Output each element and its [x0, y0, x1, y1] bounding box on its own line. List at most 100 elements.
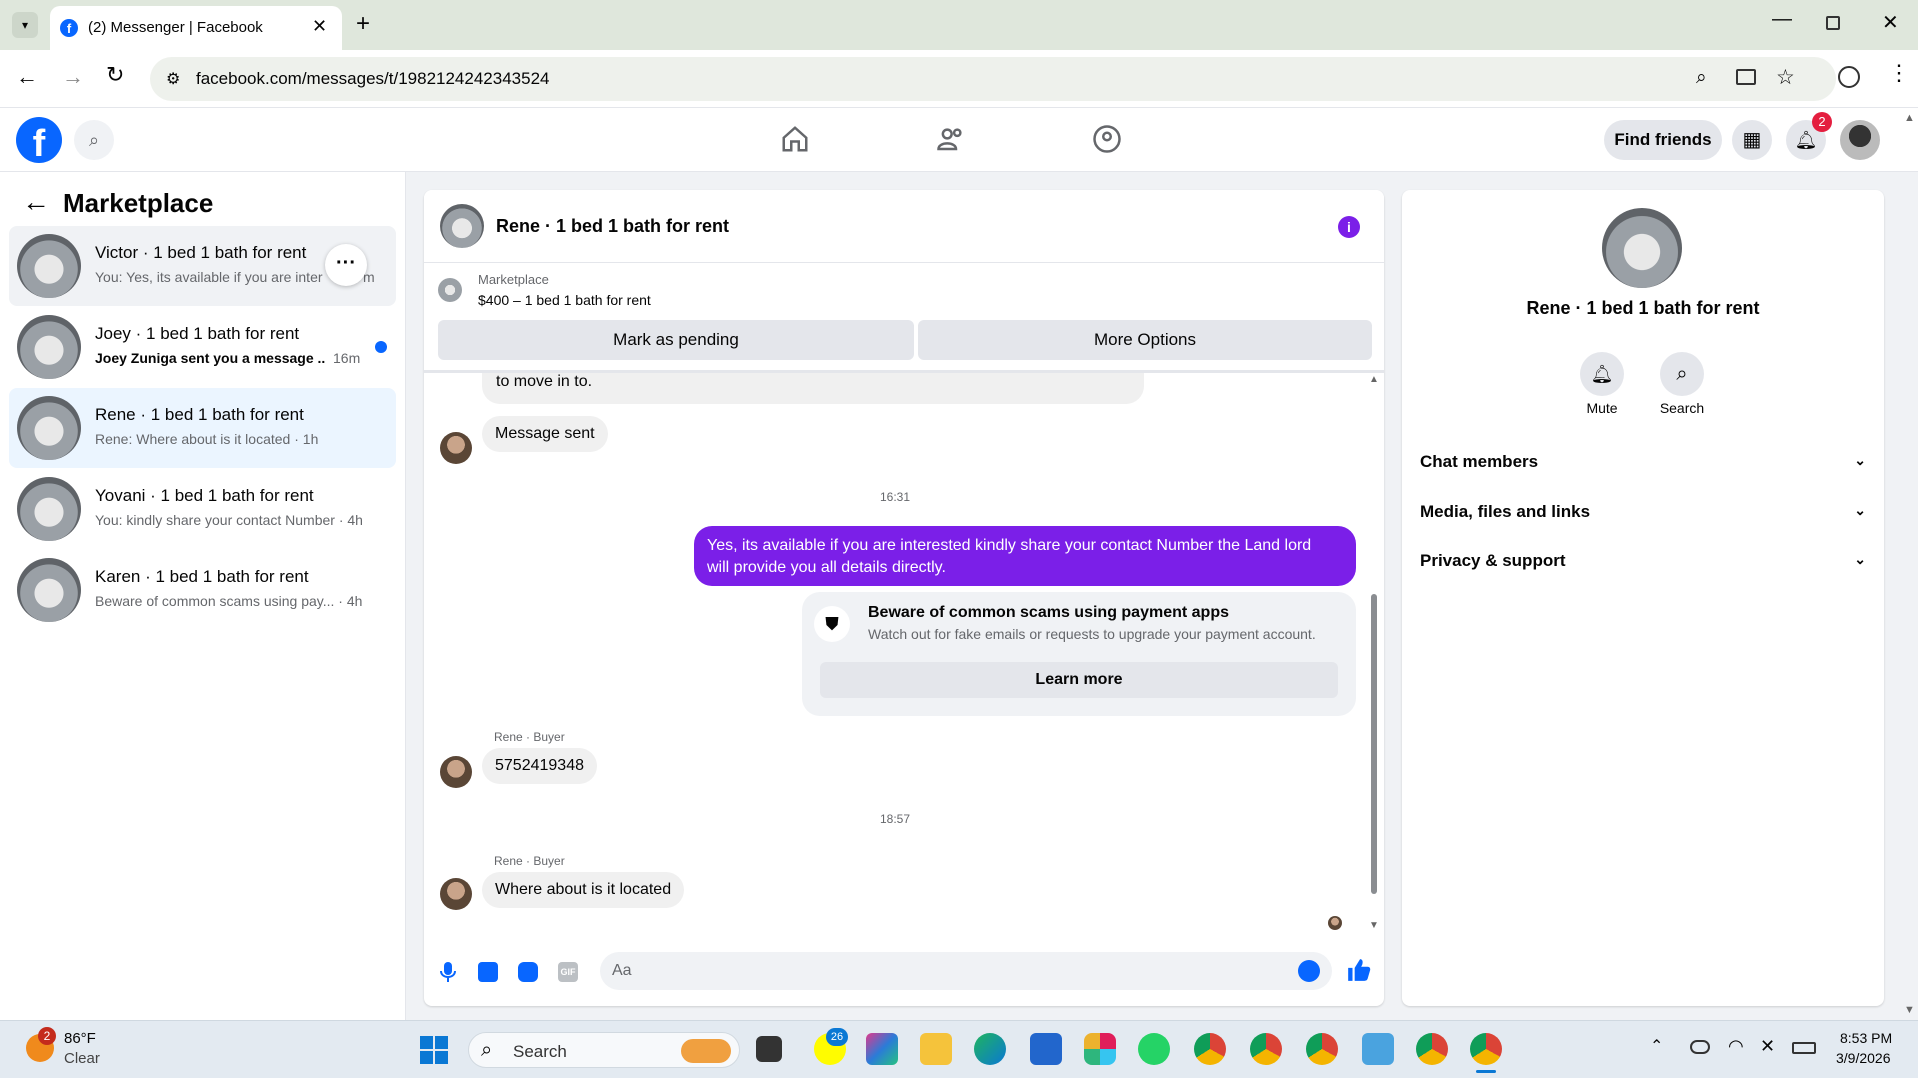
chrome-profile-3-icon[interactable]	[1306, 1033, 1338, 1065]
tray-overflow-chevron-icon[interactable]: ⌃	[1650, 1036, 1663, 1056]
edge-icon[interactable]	[974, 1033, 1006, 1065]
bookmark-star-icon[interactable]: ☆	[1776, 65, 1795, 90]
minimize-window-icon[interactable]: —	[1772, 8, 1792, 31]
conversation-karen[interactable]: Karen · 1 bed 1 bath for rent Beware of …	[9, 550, 396, 630]
message-input[interactable]: Aa	[600, 952, 1332, 990]
reload-icon[interactable]: ↻	[106, 62, 124, 88]
microsoft-store-icon[interactable]	[1030, 1033, 1062, 1065]
omnibox[interactable]: ⚙ facebook.com/messages/t/19821242423435…	[150, 57, 1836, 101]
weather-badge: 2	[38, 1027, 56, 1045]
close-tab-icon[interactable]: ✕	[312, 16, 327, 37]
conversation-rene[interactable]: Rene · 1 bed 1 bath for rent Rene: Where…	[9, 388, 396, 468]
privacy-support-section[interactable]: Privacy & support ⌄	[1420, 551, 1866, 571]
account-avatar[interactable]	[1840, 120, 1880, 160]
scrollbar-thumb[interactable]	[1371, 594, 1377, 894]
page-scroll-up-arrow-icon[interactable]: ▲	[1904, 112, 1915, 124]
media-files-links-section[interactable]: Media, files and links ⌄	[1420, 502, 1866, 522]
chat-title[interactable]: Rene · 1 bed 1 bath for rent	[496, 216, 729, 237]
info-avatar[interactable]	[1602, 208, 1682, 288]
taskbar-search-box[interactable]: ⌕ Search	[468, 1032, 740, 1068]
task-view-icon[interactable]	[756, 1036, 782, 1062]
find-friends-button[interactable]: Find friends	[1604, 120, 1722, 160]
facebook-logo-icon[interactable]: f	[16, 117, 62, 163]
conversation-info-icon[interactable]: i	[1338, 216, 1360, 238]
slack-icon[interactable]	[1084, 1033, 1116, 1065]
scam-warning-card: ⛊ Beware of common scams using payment a…	[802, 592, 1356, 716]
sender-avatar[interactable]	[440, 756, 472, 788]
page-scroll-down-arrow-icon[interactable]: ▼	[1904, 1004, 1915, 1016]
photo-icon[interactable]	[478, 962, 498, 982]
menu-grid-icon[interactable]: ▦	[1732, 120, 1772, 160]
site-settings-icon[interactable]: ⚙	[166, 69, 180, 89]
section-label: Chat members	[1420, 452, 1539, 471]
search-icon: ⌕	[1676, 363, 1688, 385]
browser-menu-icon[interactable]: ⋮	[1888, 60, 1910, 86]
sender-avatar[interactable]	[440, 878, 472, 910]
url-text[interactable]: facebook.com/messages/t/1982124242343524	[196, 69, 549, 89]
info-name: Rene · 1 bed 1 bath for rent	[1526, 298, 1760, 318]
chat-avatar[interactable]	[440, 204, 484, 248]
listing-thumbnail	[17, 315, 81, 379]
scroll-down-arrow-icon[interactable]: ▼	[1369, 920, 1379, 931]
microphone-icon[interactable]	[438, 960, 458, 984]
profile-icon[interactable]	[1838, 66, 1860, 88]
forward-icon[interactable]: →	[62, 64, 84, 90]
whatsapp-icon[interactable]	[1138, 1033, 1170, 1065]
message-sent-bubble[interactable]: Message sent	[482, 416, 608, 452]
shield-icon: ⛊	[814, 606, 850, 642]
tab-search-dropdown-icon[interactable]: ▾	[12, 12, 38, 38]
more-options-button[interactable]: More Options	[918, 320, 1372, 360]
mute-button[interactable]: 🔔︎	[1580, 352, 1624, 396]
mark-as-pending-button[interactable]: Mark as pending	[438, 320, 914, 360]
chrome-profile-2-icon[interactable]	[1250, 1033, 1282, 1065]
sender-avatar[interactable]	[440, 432, 472, 464]
learn-more-button[interactable]: Learn more	[820, 662, 1338, 698]
home-icon[interactable]	[780, 124, 810, 154]
search-conversation-button[interactable]: ⌕	[1660, 352, 1704, 396]
snipping-tool-icon[interactable]	[1362, 1033, 1394, 1065]
message-line: will provide you all details directly.	[707, 559, 946, 576]
listing-price[interactable]: $400 – 1 bed 1 bath for rent	[478, 292, 651, 308]
location-question-message[interactable]: Where about is it located	[482, 872, 685, 908]
snippet-text: Rene: Where about is it located	[95, 431, 291, 447]
conversation-victor[interactable]: Victor · 1 bed 1 bath for rent You: Yes,…	[9, 226, 396, 306]
volume-muted-icon[interactable]: ✕	[1760, 1036, 1775, 1057]
onedrive-icon[interactable]	[1690, 1040, 1710, 1054]
conversation-joey[interactable]: Joey · 1 bed 1 bath for rent Joey Zuniga…	[9, 307, 396, 387]
chrome-profile-1-icon[interactable]	[1194, 1033, 1226, 1065]
weather-temp[interactable]: 86°F	[64, 1030, 96, 1047]
clock-date[interactable]: 3/9/2026	[1836, 1050, 1891, 1066]
zoom-icon[interactable]: ⌕	[1696, 67, 1707, 89]
gif-icon[interactable]: GIF	[558, 962, 578, 982]
install-app-icon[interactable]	[1736, 69, 1756, 85]
restore-window-icon[interactable]	[1826, 16, 1840, 30]
search-icon[interactable]: ⌕	[74, 120, 114, 160]
back-icon[interactable]: ←	[16, 64, 38, 90]
wifi-icon[interactable]: ◠	[1728, 1036, 1744, 1057]
like-thumbs-up-icon[interactable]	[1346, 956, 1372, 984]
conversation-time: 16m	[333, 350, 361, 366]
chrome-profile-4-icon[interactable]	[1416, 1033, 1448, 1065]
file-explorer-icon[interactable]	[920, 1033, 952, 1065]
new-tab-icon[interactable]: +	[356, 10, 370, 38]
battery-icon[interactable]	[1792, 1042, 1816, 1054]
browser-tab-messenger[interactable]: f (2) Messenger | Facebook ✕	[50, 6, 342, 50]
chrome-active-icon[interactable]	[1470, 1033, 1502, 1065]
outgoing-message[interactable]: Yes, its available if you are interested…	[694, 526, 1356, 586]
microsoft-365-icon[interactable]	[866, 1033, 898, 1065]
conversation-yovani[interactable]: Yovani · 1 bed 1 bath for rent You: kind…	[9, 469, 396, 549]
emoji-icon[interactable]	[1298, 960, 1320, 982]
chat-scrollbar[interactable]: ▲ ▼	[1368, 374, 1380, 934]
friends-icon[interactable]	[935, 124, 967, 154]
windows-start-icon[interactable]	[420, 1036, 448, 1064]
chat-members-section[interactable]: Chat members ⌄	[1420, 452, 1866, 472]
clock-time[interactable]: 8:53 PM	[1840, 1030, 1892, 1046]
back-arrow-icon[interactable]: ←	[22, 186, 50, 218]
close-window-icon[interactable]: ✕	[1882, 10, 1899, 35]
conversation-name: Karen · 1 bed 1 bath for rent	[95, 567, 309, 586]
scroll-up-arrow-icon[interactable]: ▲	[1369, 374, 1379, 385]
groups-icon[interactable]	[1092, 124, 1122, 154]
more-options-icon[interactable]: ···	[325, 244, 367, 286]
sticker-icon[interactable]	[518, 962, 538, 982]
phone-number-message[interactable]: 5752419348	[482, 748, 597, 784]
